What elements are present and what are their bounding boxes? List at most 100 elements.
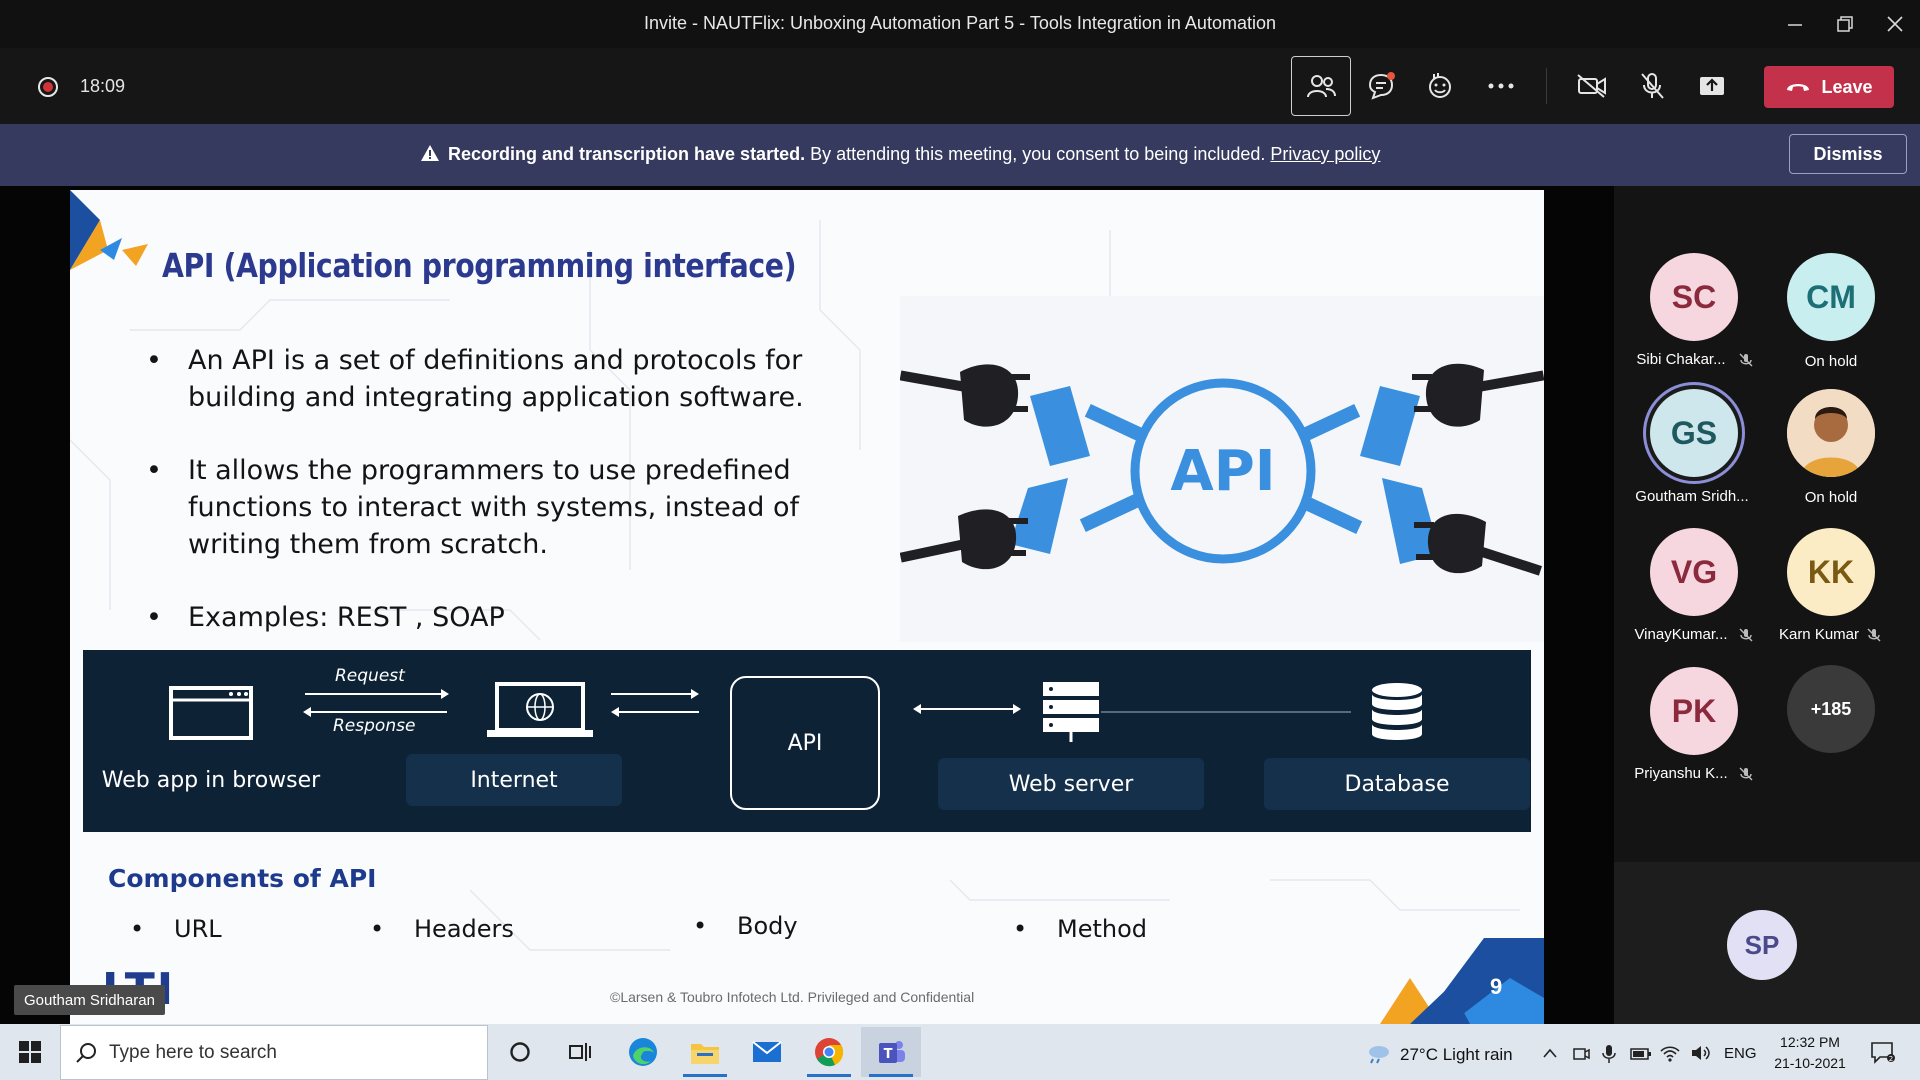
taskbar-clock[interactable]: 12:32 PM 21-10-2021 xyxy=(1760,1032,1860,1074)
microphone-button[interactable] xyxy=(1622,56,1682,116)
mic-off-icon xyxy=(1641,73,1664,99)
slide-page-number: 9 xyxy=(1490,974,1503,999)
banner-text: By attending this meeting, you consent t… xyxy=(805,144,1271,164)
start-button[interactable] xyxy=(0,1027,60,1077)
folder-icon xyxy=(691,1044,719,1064)
cortana-circle-icon xyxy=(510,1042,530,1062)
meeting-timer: 18:09 xyxy=(80,76,126,96)
reactions-button[interactable] xyxy=(1411,56,1471,116)
flow-web-app-label: Web app in browser xyxy=(83,754,339,806)
share-screen-button[interactable] xyxy=(1682,56,1742,116)
weather-status[interactable]: 27°C Light rain xyxy=(1400,1045,1513,1065)
banner-bold-text: Recording and transcription have started… xyxy=(448,144,806,164)
edge-browser-button[interactable] xyxy=(613,1027,673,1077)
banner-message: Recording and transcription have started… xyxy=(420,144,1380,165)
participant-avatar[interactable]: KK xyxy=(1787,528,1875,616)
mic-muted-icon xyxy=(1867,628,1881,642)
more-participants-button[interactable]: +185 xyxy=(1787,665,1875,753)
participant-avatar[interactable]: VG xyxy=(1650,528,1738,616)
toolbar-divider xyxy=(1546,68,1547,104)
raise-hand-icon xyxy=(1429,73,1451,98)
more-icon xyxy=(1488,83,1514,89)
double-arrow-icon xyxy=(913,704,1021,714)
participant-name: Sibi Chakar... xyxy=(1636,351,1726,368)
component-item: URL xyxy=(130,915,221,943)
language-indicator[interactable]: ENG xyxy=(1724,1045,1757,1062)
slide-title: API (Application programming interface) xyxy=(162,246,797,285)
wifi-icon[interactable] xyxy=(1660,1044,1680,1062)
participant-name: Goutham Sridh... xyxy=(1635,488,1749,505)
flow-internet-label: Internet xyxy=(406,754,622,806)
volume-icon[interactable] xyxy=(1690,1044,1710,1062)
presenter-name-tag: Goutham Sridharan xyxy=(14,985,165,1015)
person-photo-icon xyxy=(1787,389,1875,477)
presentation-slide: API (Application programming interface) … xyxy=(70,190,1544,1024)
svg-text:2: 2 xyxy=(1889,1055,1893,1063)
recording-indicator-icon xyxy=(38,77,58,97)
flow-api-box: API xyxy=(730,676,880,810)
participant-avatar[interactable]: CM xyxy=(1787,253,1875,341)
api-graphic-label: API xyxy=(1170,439,1275,504)
components-title: Components of API xyxy=(108,864,377,893)
participant-photo[interactable] xyxy=(1787,389,1875,477)
search-icon xyxy=(76,1043,96,1063)
request-response-arrows-icon xyxy=(303,689,449,717)
file-explorer-button[interactable] xyxy=(675,1027,735,1077)
hang-up-icon xyxy=(1787,84,1810,91)
close-icon xyxy=(1887,16,1903,32)
bullet-item: An API is a set of definitions and proto… xyxy=(146,342,866,416)
share-tray-icon xyxy=(1700,77,1724,95)
windows-logo-icon xyxy=(19,1041,41,1063)
close-button[interactable] xyxy=(1865,0,1920,48)
participant-avatar[interactable]: SC xyxy=(1650,253,1738,341)
weather-rain-icon xyxy=(1369,1046,1389,1064)
edge-icon xyxy=(629,1038,657,1066)
window-title: Invite - NAUTFlix: Unboxing Automation P… xyxy=(644,13,1276,33)
participant-avatar[interactable]: PK xyxy=(1650,667,1738,755)
privacy-policy-link[interactable]: Privacy policy xyxy=(1270,144,1380,164)
chat-icon xyxy=(1368,72,1395,100)
participant-status: On hold xyxy=(1804,353,1858,370)
more-actions-button[interactable] xyxy=(1471,56,1531,116)
mail-button[interactable] xyxy=(737,1027,797,1077)
warning-icon xyxy=(421,145,439,161)
people-icon xyxy=(1307,75,1336,98)
chrome-button[interactable] xyxy=(799,1027,859,1077)
page-corner-graphic xyxy=(1380,938,1544,1024)
participant-name: Karn Kumar xyxy=(1778,626,1860,643)
api-flow-diagram: Web app in browser Request Response Inte… xyxy=(83,650,1531,832)
battery-icon[interactable] xyxy=(1630,1047,1652,1061)
participant-avatar-speaking[interactable]: GS xyxy=(1650,389,1738,477)
bidirectional-arrows-icon xyxy=(611,689,699,717)
taskbar-search-box[interactable]: Type here to search xyxy=(60,1025,488,1080)
chevron-up-icon[interactable] xyxy=(1542,1047,1558,1059)
search-placeholder: Type here to search xyxy=(109,1041,277,1063)
api-plugs-illustration: API xyxy=(900,296,1544,642)
flow-database-label: Database xyxy=(1264,758,1530,810)
window-title-bar: Invite - NAUTFlix: Unboxing Automation P… xyxy=(0,0,1920,48)
chat-button[interactable] xyxy=(1351,56,1411,116)
component-item: Body xyxy=(693,912,797,940)
meet-now-icon[interactable] xyxy=(1572,1045,1590,1063)
dismiss-button[interactable]: Dismiss xyxy=(1789,134,1907,174)
self-avatar[interactable]: SP xyxy=(1727,910,1797,980)
camera-off-icon xyxy=(1577,74,1606,98)
microphone-tray-icon[interactable] xyxy=(1602,1044,1616,1064)
teams-button[interactable]: T xyxy=(861,1027,921,1077)
participant-status: On hold xyxy=(1804,489,1858,506)
flow-web-server-label: Web server xyxy=(938,758,1204,810)
slide-bullet-list: An API is a set of definitions and proto… xyxy=(146,342,866,672)
clock-time: 12:32 PM xyxy=(1780,1034,1840,1050)
leave-button[interactable]: Leave xyxy=(1764,66,1894,108)
mic-muted-icon xyxy=(1739,767,1753,781)
camera-button[interactable] xyxy=(1562,56,1622,116)
logo-accent-icon xyxy=(70,190,148,270)
task-view-button[interactable] xyxy=(550,1027,610,1077)
participants-button[interactable] xyxy=(1291,56,1351,116)
connector-line xyxy=(1101,711,1351,713)
laptop-globe-icon xyxy=(487,682,593,737)
cortana-button[interactable] xyxy=(490,1027,550,1077)
leave-label: Leave xyxy=(1821,76,1873,97)
notification-center-icon[interactable]: 2 xyxy=(1870,1040,1896,1064)
restore-icon xyxy=(1837,16,1853,32)
